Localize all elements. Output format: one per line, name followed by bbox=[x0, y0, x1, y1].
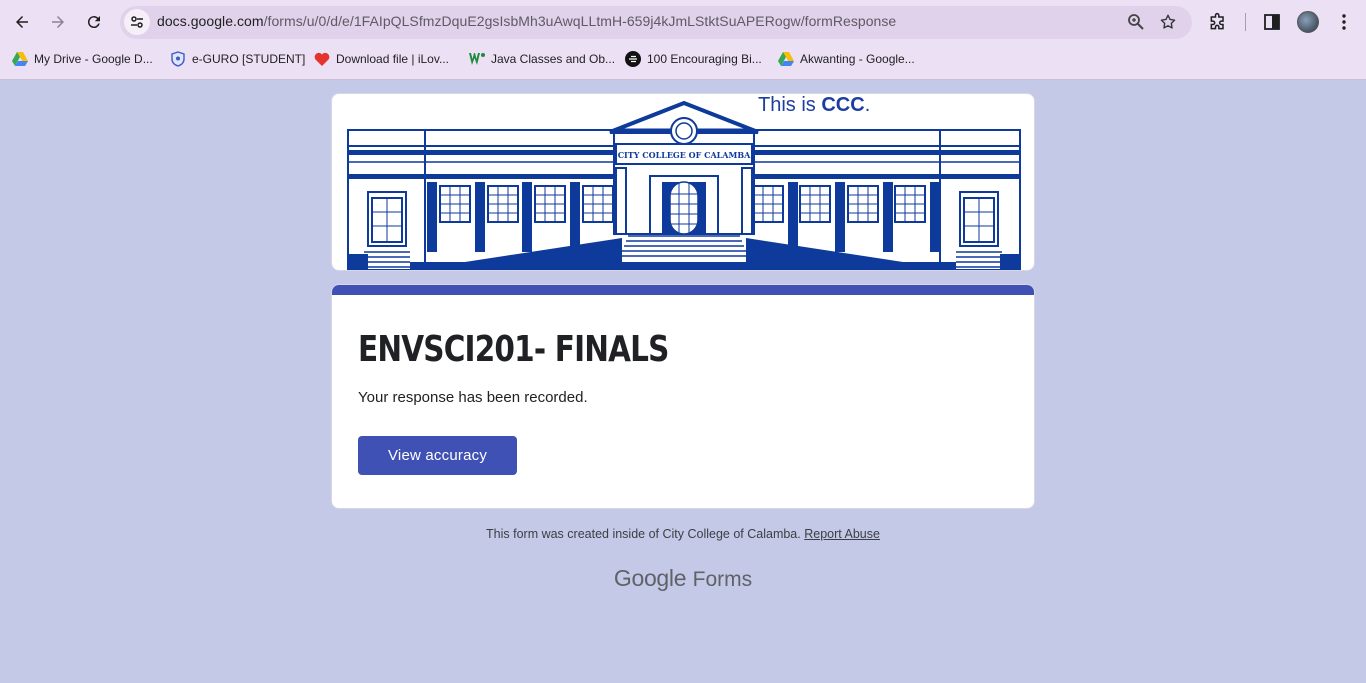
google-forms-logo[interactable]: Google Forms bbox=[0, 565, 1366, 592]
form-footer: This form was created inside of City Col… bbox=[0, 527, 1366, 541]
w-icon bbox=[469, 51, 485, 67]
bookmark-item[interactable]: Java Classes and Ob... bbox=[469, 50, 615, 68]
header-tagline: This is CCC. bbox=[758, 94, 870, 117]
url-path: /forms/u/0/d/e/1FAIpQLSfmzDquE2gsIsbMh3u… bbox=[263, 13, 897, 29]
bookmark-star-button[interactable] bbox=[1157, 11, 1179, 33]
bookmark-label: My Drive - Google D... bbox=[34, 52, 153, 66]
college-building-illustration: CITY COLLEGE OF CALAMBA bbox=[347, 100, 1021, 270]
report-abuse-link[interactable]: Report Abuse bbox=[804, 527, 880, 541]
bookmark-label: Java Classes and Ob... bbox=[491, 52, 616, 66]
arrow-right-icon bbox=[52, 16, 64, 28]
back-button[interactable] bbox=[8, 8, 36, 36]
extensions-button[interactable] bbox=[1206, 10, 1230, 34]
browser-menu-button[interactable] bbox=[1332, 10, 1356, 34]
circle-logo-icon bbox=[625, 51, 641, 67]
toolbar-divider bbox=[1245, 13, 1246, 31]
reload-icon bbox=[87, 16, 100, 29]
bookmark-item[interactable]: Akwanting - Google... bbox=[778, 50, 915, 68]
heart-icon bbox=[314, 51, 330, 67]
bookmark-item[interactable]: e-GURO [STUDENT] bbox=[170, 50, 305, 68]
reload-button[interactable] bbox=[80, 8, 108, 36]
bookmark-label: Akwanting - Google... bbox=[800, 52, 915, 66]
url-host: docs.google.com bbox=[157, 13, 264, 29]
tagline-suffix: . bbox=[864, 94, 871, 116]
logo-forms-text: Forms bbox=[692, 568, 753, 591]
view-accuracy-button[interactable]: View accuracy bbox=[358, 436, 517, 475]
bookmark-item[interactable]: 100 Encouraging Bi... bbox=[625, 50, 762, 68]
arrow-left-icon bbox=[16, 16, 28, 28]
tagline-prefix: This is bbox=[758, 94, 822, 116]
logo-google-text: Google bbox=[613, 565, 687, 591]
zoom-button[interactable] bbox=[1125, 11, 1147, 33]
confirmation-message: Your response has been recorded. bbox=[358, 389, 588, 406]
response-confirmation-card: ENVSCI201- FINALS Your response has been… bbox=[331, 284, 1035, 509]
zoom-icon bbox=[1128, 14, 1144, 30]
tagline-bold: CCC bbox=[821, 94, 865, 116]
side-panel-icon bbox=[1264, 14, 1280, 30]
star-outline-icon bbox=[1160, 14, 1176, 29]
browser-chrome: docs.google.com/forms/u/0/d/e/1FAIpQLSfm… bbox=[0, 0, 1366, 80]
profile-avatar[interactable] bbox=[1297, 11, 1319, 33]
side-panel-button[interactable] bbox=[1260, 10, 1284, 34]
google-drive-icon bbox=[12, 51, 28, 67]
bookmark-item[interactable]: My Drive - Google D... bbox=[12, 50, 153, 68]
footer-created-text: This form was created inside of City Col… bbox=[486, 527, 801, 541]
forward-button[interactable] bbox=[44, 8, 72, 36]
bookmark-label: 100 Encouraging Bi... bbox=[647, 52, 762, 66]
bookmark-label: e-GURO [STUDENT] bbox=[192, 52, 306, 66]
bookmarks-bar: My Drive - Google D... e-GURO [STUDENT] … bbox=[0, 46, 1366, 72]
building-sign-text: CITY COLLEGE OF CALAMBA bbox=[618, 150, 751, 160]
google-drive-icon bbox=[778, 51, 794, 67]
form-title: ENVSCI201- FINALS bbox=[358, 329, 669, 370]
bookmark-label: Download file | iLov... bbox=[336, 52, 449, 66]
puzzle-icon bbox=[1210, 12, 1224, 30]
tune-icon bbox=[131, 16, 143, 28]
card-accent-bar bbox=[332, 285, 1034, 295]
form-header-image: CITY COLLEGE OF CALAMBA This is CCC. bbox=[331, 93, 1035, 271]
url-text[interactable]: docs.google.com/forms/u/0/d/e/1FAIpQLSfm… bbox=[157, 13, 896, 29]
shield-icon bbox=[170, 51, 186, 67]
site-info-button[interactable] bbox=[124, 9, 150, 35]
bookmark-item[interactable]: Download file | iLov... bbox=[314, 50, 449, 68]
more-vert-icon bbox=[1342, 14, 1346, 30]
